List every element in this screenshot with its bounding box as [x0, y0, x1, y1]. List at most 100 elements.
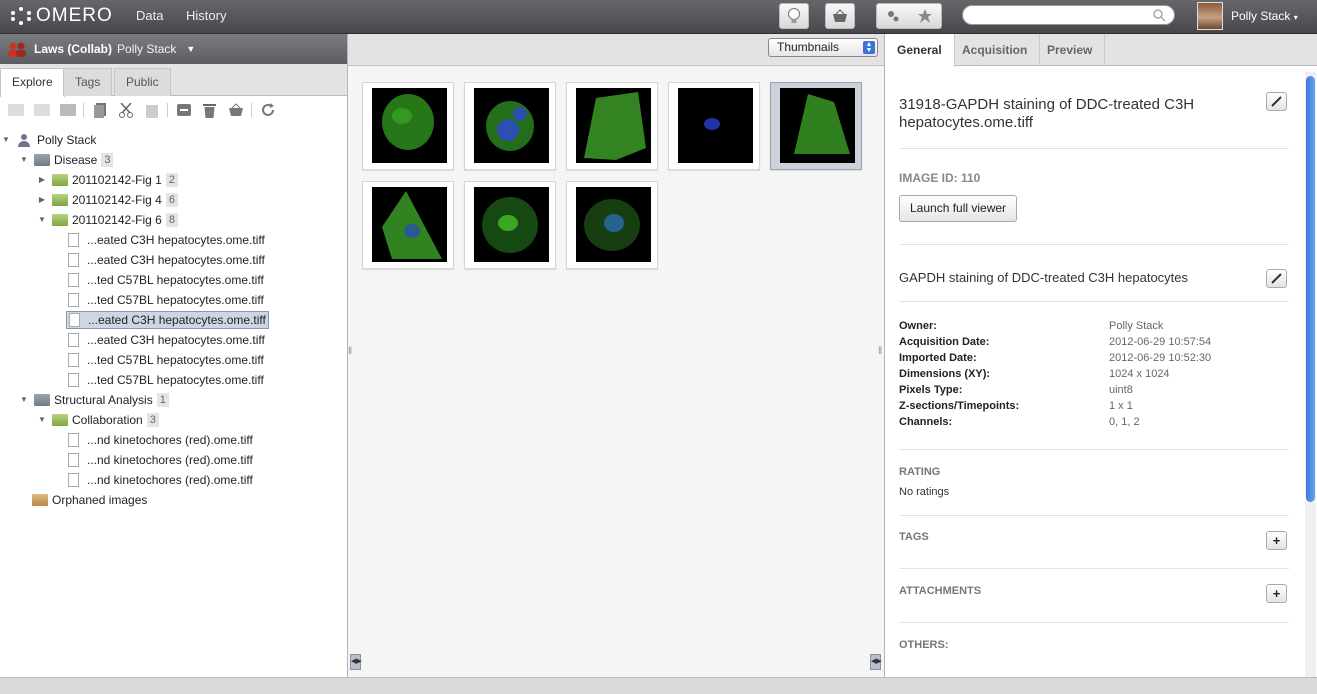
tree-image[interactable]: ...nd kinetochores (red).ome.tiff — [68, 470, 253, 490]
group-selector[interactable]: Laws (Collab) Polly Stack ▼ — [0, 34, 347, 64]
tree-image-selected[interactable]: ...eated C3H hepatocytes.ome.tiff — [66, 310, 269, 330]
copy-icon[interactable] — [87, 99, 112, 121]
avatar[interactable] — [1197, 2, 1223, 30]
right-splitter-handle[interactable]: ‖ — [878, 346, 882, 357]
tree-image[interactable]: ...nd kinetochores (red).ome.tiff — [68, 450, 253, 470]
thumbnail[interactable] — [464, 82, 556, 170]
thumbnail-selected[interactable] — [770, 82, 862, 170]
app-name: OMERO — [36, 5, 113, 26]
tree-dataset[interactable]: ▼ Collaboration 3 — [36, 410, 159, 430]
meta-value: 0, 1, 2 — [1109, 416, 1140, 428]
tab-explore[interactable]: Explore — [0, 68, 65, 97]
tree-image[interactable]: ...eated C3H hepatocytes.ome.tiff — [68, 230, 265, 250]
tree-root[interactable]: ▼ Polly Stack — [0, 130, 96, 150]
cut-icon[interactable] — [113, 99, 138, 121]
omero-logo[interactable]: OMERO — [10, 5, 113, 26]
search-input[interactable] — [962, 5, 1175, 25]
basket-button[interactable] — [825, 3, 855, 29]
tree-label: ...ted C57BL hepatocytes.ome.tiff — [87, 293, 264, 307]
paste-icon[interactable] — [139, 99, 164, 121]
add-attachment-button[interactable]: + — [1266, 584, 1287, 603]
thumbnail[interactable] — [362, 82, 454, 170]
child-count: 1 — [156, 393, 169, 407]
tree-dataset[interactable]: ▶ 201102142-Fig 12 — [36, 170, 178, 190]
image-file-icon — [68, 273, 79, 287]
thumbnail[interactable] — [464, 181, 556, 269]
chevron-right-icon[interactable]: ▶ — [36, 170, 48, 190]
chevron-down-icon[interactable]: ▼ — [36, 210, 48, 230]
add-tag-button[interactable]: + — [1266, 531, 1287, 550]
chevron-right-icon[interactable]: ▶ — [36, 190, 48, 210]
scripts-icon — [918, 9, 932, 23]
refresh-icon[interactable] — [255, 99, 280, 121]
tab-acquisition[interactable]: Acquisition — [950, 34, 1041, 66]
tree-label: ...ted C57BL hepatocytes.ome.tiff — [87, 273, 264, 287]
scripts-button[interactable] — [909, 4, 941, 28]
thumbnail-image — [678, 88, 753, 163]
lightbulb-button[interactable] — [779, 3, 809, 29]
folder-icon[interactable] — [55, 99, 80, 121]
settings-button[interactable] — [877, 4, 909, 28]
tree-label: Orphaned images — [52, 493, 148, 507]
edit-description-button[interactable] — [1266, 269, 1287, 288]
tab-general[interactable]: General — [885, 34, 955, 67]
tree-image[interactable]: ...eated C3H hepatocytes.ome.tiff — [68, 330, 265, 350]
chevron-down-icon[interactable]: ▼ — [18, 390, 30, 410]
scrollbar-thumb[interactable] — [1306, 76, 1315, 502]
tree-dataset[interactable]: ▼ 201102142-Fig 68 — [36, 210, 178, 230]
tree-image[interactable]: ...ted C57BL hepatocytes.ome.tiff — [68, 290, 264, 310]
image-title-section: 31918-GAPDH staining of DDC-treated C3H … — [899, 96, 1289, 132]
tab-preview[interactable]: Preview — [1035, 34, 1106, 66]
new-dataset-icon[interactable] — [29, 99, 54, 121]
collapse-left-button[interactable]: ◀▶ — [350, 654, 362, 670]
thumbnail[interactable] — [566, 181, 658, 269]
divider — [251, 103, 252, 117]
tree-label: Structural Analysis — [54, 393, 153, 407]
tree-orphaned[interactable]: Orphaned images — [32, 490, 147, 510]
image-file-icon — [68, 333, 79, 347]
image-file-icon — [69, 313, 80, 327]
edit-icon — [1271, 273, 1282, 284]
image-file-icon — [68, 433, 79, 447]
delete-icon[interactable] — [197, 99, 222, 121]
right-scrollbar[interactable] — [1305, 72, 1316, 682]
tree-image[interactable]: ...ted C57BL hepatocytes.ome.tiff — [68, 270, 264, 290]
collapse-right-button[interactable]: ◀▶ — [870, 654, 882, 670]
tab-tags[interactable]: Tags — [63, 68, 113, 96]
thumbnail[interactable] — [362, 181, 454, 269]
meta-value: 1 x 1 — [1109, 400, 1133, 412]
trash-icon[interactable] — [223, 99, 248, 121]
chevron-down-icon[interactable]: ▼ — [36, 410, 48, 430]
left-splitter-handle[interactable]: ‖ — [348, 346, 352, 357]
thumbnail[interactable] — [566, 82, 658, 170]
thumbnail-image — [372, 187, 447, 262]
tree-dataset[interactable]: ▶ 201102142-Fig 46 — [36, 190, 178, 210]
tree-image[interactable]: ...eated C3H hepatocytes.ome.tiff — [68, 250, 265, 270]
right-panel: General Acquisition Preview 31918-GAPDH … — [884, 34, 1317, 682]
tree-image[interactable]: ...nd kinetochores (red).ome.tiff — [68, 430, 253, 450]
nav-history[interactable]: History — [186, 8, 226, 23]
nav-data[interactable]: Data — [136, 8, 163, 23]
user-menu[interactable]: Polly Stack ▾ — [1231, 9, 1298, 23]
divider — [899, 449, 1289, 450]
edit-name-button[interactable] — [1266, 92, 1287, 111]
meta-key: Dimensions (XY): — [899, 368, 991, 380]
thumbnail[interactable] — [668, 82, 760, 170]
tags-label: TAGS — [899, 531, 929, 543]
remove-icon[interactable] — [171, 99, 196, 121]
new-folder-icon[interactable] — [3, 99, 28, 121]
divider — [83, 103, 84, 117]
chevron-down-icon[interactable]: ▼ — [0, 130, 12, 150]
launch-viewer-button[interactable]: Launch full viewer — [899, 195, 1018, 222]
search-icon[interactable] — [1153, 9, 1166, 22]
tree-label: ...eated C3H hepatocytes.ome.tiff — [87, 253, 265, 267]
dataset-icon — [52, 214, 68, 226]
tab-public[interactable]: Public — [114, 68, 171, 96]
tree-image[interactable]: ...ted C57BL hepatocytes.ome.tiff — [68, 350, 264, 370]
chevron-down-icon[interactable]: ▼ — [18, 150, 30, 170]
view-select[interactable]: Thumbnails ▲ ▼ — [768, 38, 878, 57]
tree-project-structural[interactable]: ▼ Structural Analysis 1 — [18, 390, 169, 410]
tree-project-disease[interactable]: ▼ Disease 3 — [18, 150, 114, 170]
tree-image[interactable]: ...ted C57BL hepatocytes.ome.tiff — [68, 370, 264, 390]
dataset-icon — [52, 194, 68, 206]
